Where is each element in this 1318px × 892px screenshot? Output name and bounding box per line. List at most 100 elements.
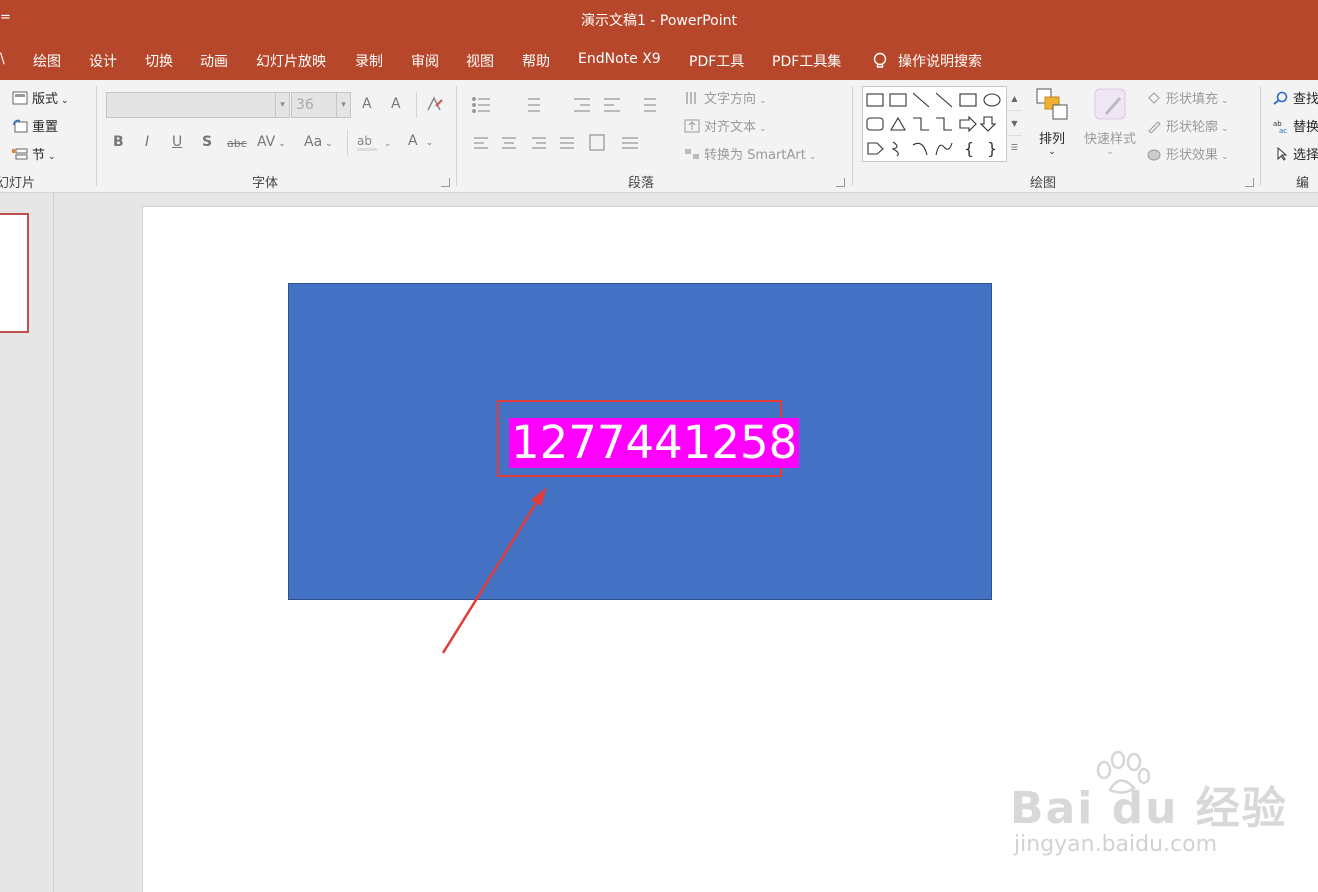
shrink-font-button[interactable]: A [391,96,401,112]
font-name-combo[interactable]: ▾ [106,92,290,118]
tab-slideshow[interactable]: 幻灯片放映 [256,51,326,71]
bold-button[interactable]: B [113,134,124,150]
shapes-gallery-icons[interactable]: { } [863,87,1007,163]
tab-help[interactable]: 帮助 [522,51,550,71]
shadow-button[interactable]: S [202,134,212,150]
char-spacing-label: AV [257,134,276,150]
tab-pdf-tools[interactable]: PDF工具 [689,51,744,71]
align-text-button[interactable]: 对齐文本 ⌄ [684,116,767,135]
tab-animations[interactable]: 动画 [200,51,228,71]
font-dialog-launcher-icon[interactable] [441,178,450,187]
arrange-icon [1036,88,1068,120]
change-case-button[interactable]: Aa ⌄ [304,134,333,150]
drawing-group-label: 绘图 [1030,176,1057,191]
ribbon-tabs: \ 绘图 设计 切换 动画 幻灯片放映 录制 审阅 视图 帮助 EndNote … [0,40,1318,80]
svg-text:ac: ac [1279,127,1287,133]
title-bar: = 演示文稿1 - PowerPoint [0,0,1318,40]
chevron-down-icon: ⌄ [278,139,286,149]
shape-outline-label: 形状轮廓 [1166,120,1219,135]
chevron-down-icon[interactable]: ▾ [336,93,350,117]
paragraph-dialog-launcher-icon[interactable] [836,178,845,187]
shape-effects-button[interactable]: 形状效果 ⌄ [1146,144,1229,163]
layout-label: 版式 [32,92,59,107]
shape-effects-icon [1147,149,1161,161]
shapes-gallery[interactable]: { } [862,86,1022,162]
replace-button[interactable]: ab ac 替换 [1273,116,1318,135]
find-label: 查找 [1293,92,1318,107]
align-text-icon [684,119,700,133]
section-button[interactable]: 节 ⌄ [12,144,56,163]
tab-insert-partial[interactable]: \ [0,51,5,67]
reset-button[interactable]: 重置 [12,116,58,135]
tab-draw[interactable]: 绘图 [33,51,61,71]
select-label: 选择 [1293,148,1318,163]
layout-icon [12,91,28,105]
section-icon [12,148,28,160]
section-label: 节 [32,148,46,163]
chevron-down-icon: ⌄ [1221,96,1229,106]
search-icon [1273,91,1288,105]
tab-record[interactable]: 录制 [355,51,383,71]
svg-text:}: } [987,139,997,158]
baidu-watermark: Bai du 经验 jingyan.baidu.com [1010,750,1310,870]
chevron-down-icon[interactable]: ▾ [275,93,289,117]
replace-label: 替换 [1293,120,1318,135]
chevron-down-icon: ⌄ [759,96,767,106]
strikethrough-button[interactable]: abc [227,137,247,150]
tab-endnote[interactable]: EndNote X9 [578,51,661,67]
shapes-gallery-scroll[interactable]: ▲ ▼ ☰ [1006,86,1022,162]
group-divider [852,86,853,186]
char-spacing-button[interactable]: AV ⌄ [257,134,286,150]
text-direction-button[interactable]: 文字方向 ⌄ [684,88,767,107]
drawing-dialog-launcher-icon[interactable] [1245,178,1254,187]
italic-button[interactable]: I [145,134,149,150]
tab-design[interactable]: 设计 [89,51,117,71]
chevron-down-icon: ⌄ [808,152,817,162]
chevron-down-icon: ⌄ [1221,152,1229,162]
grow-font-button[interactable]: A [362,96,372,112]
watermark-brand: Bai du 经验 [1010,783,1288,834]
highlight-color-icon[interactable]: ab ⌄ [356,132,392,152]
find-button[interactable]: 查找 [1273,88,1318,107]
quick-styles-icon [1094,88,1126,120]
chevron-down-icon: ⌄ [759,124,767,134]
tab-review[interactable]: 审阅 [411,51,439,71]
font-group-label: 字体 [252,176,279,191]
shape-fill-label: 形状填充 [1166,92,1219,107]
watermark-url: jingyan.baidu.com [1014,832,1218,857]
ribbon: 版式 ⌄ 重置 节 ⌄ 幻灯片 ▾ 36 ▾ A A B I U S abc AV ⌄… [0,80,1318,210]
tab-transitions[interactable]: 切换 [145,51,173,71]
shape-outline-button[interactable]: 形状轮廓 ⌄ [1146,116,1229,135]
selected-number-text[interactable]: 1277441258 [509,418,800,468]
paragraph-format-icons[interactable] [466,92,676,172]
select-button[interactable]: 选择 [1273,144,1318,163]
tell-me-search[interactable]: 操作说明搜索 [872,51,982,71]
font-size-combo[interactable]: 36 ▾ [291,92,351,118]
quick-styles-button[interactable]: 快速样式 ⌄ [1079,86,1141,157]
font-color-label: A [408,133,418,149]
convert-smartart-button[interactable]: 转换为 SmartArt ⌄ [684,144,816,163]
window-title: 演示文稿1 - PowerPoint [581,13,737,29]
arrange-button[interactable]: 排列 ⌄ [1034,86,1070,157]
svg-text:{: { [964,139,974,158]
clear-format-icon[interactable] [424,94,444,114]
arrange-label: 排列 [1038,132,1065,147]
lightbulb-icon [873,52,887,68]
change-case-label: Aa [304,134,323,150]
shape-fill-button[interactable]: 形状填充 ⌄ [1146,88,1229,107]
font-color-button[interactable]: A ⌄ [408,133,433,149]
group-divider [456,86,457,186]
chevron-down-icon[interactable]: ▼ [1007,111,1022,136]
more-shapes-icon[interactable]: ☰ [1007,136,1022,160]
inner-divider [347,130,348,156]
underline-button[interactable]: U [172,134,182,150]
tab-pdf-toolset[interactable]: PDF工具集 [772,51,841,71]
reset-label: 重置 [32,120,59,135]
group-divider [1260,86,1261,186]
chevron-down-icon: ⌄ [325,139,333,149]
layout-button[interactable]: 版式 ⌄ [12,88,69,107]
chevron-up-icon[interactable]: ▲ [1007,86,1022,111]
paint-bucket-icon [1148,92,1160,104]
slide-thumbnail-1[interactable] [0,213,29,333]
tab-view[interactable]: 视图 [466,51,494,71]
